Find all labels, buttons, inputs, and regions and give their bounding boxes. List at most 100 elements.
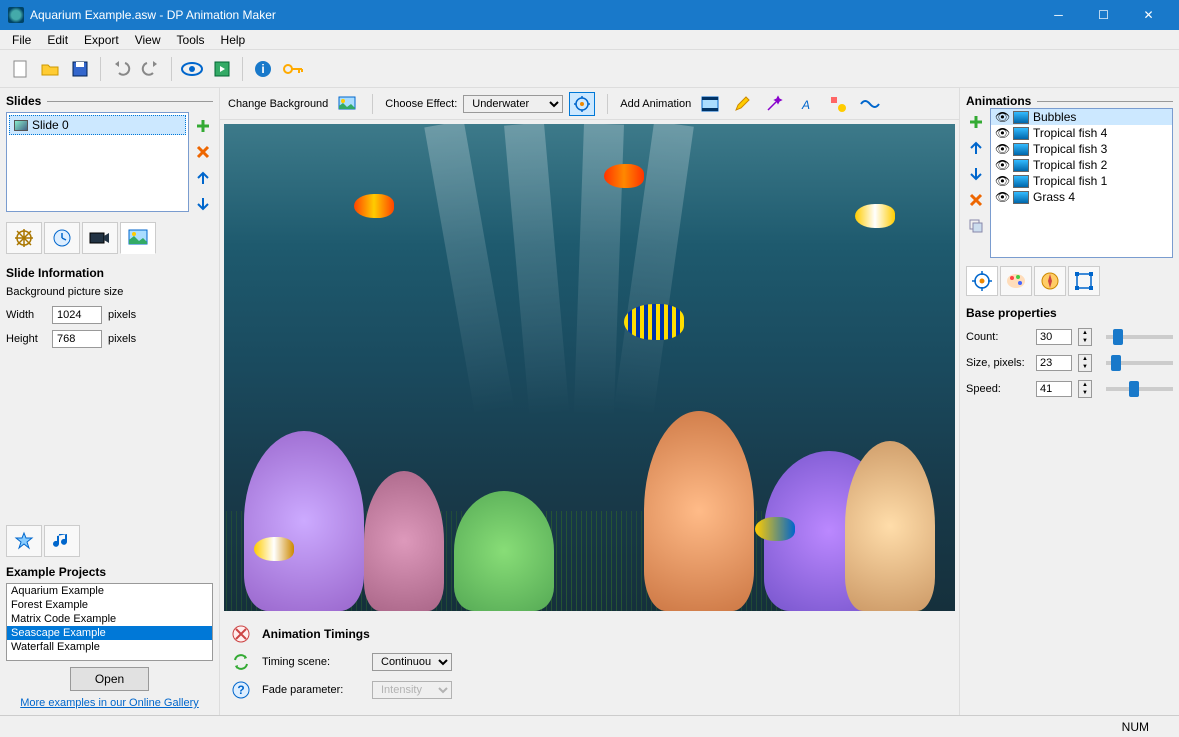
save-button[interactable] xyxy=(66,55,94,83)
timings-panel: Animation Timings Timing scene: Continuo… xyxy=(220,615,959,715)
open-example-button[interactable]: Open xyxy=(70,667,149,691)
duplicate-animation-button[interactable] xyxy=(966,216,986,236)
timing-scene-select[interactable]: Continuous xyxy=(372,653,452,671)
examples-list[interactable]: Aquarium Example Forest Example Matrix C… xyxy=(6,583,213,661)
slides-list[interactable]: Slide 0 xyxy=(6,112,189,212)
move-anim-up-button[interactable] xyxy=(966,138,986,158)
move-slide-up-button[interactable] xyxy=(193,168,213,188)
delete-slide-button[interactable] xyxy=(193,142,213,162)
menu-edit[interactable]: Edit xyxy=(39,31,76,49)
example-item[interactable]: Matrix Code Example xyxy=(7,612,212,626)
slide-item[interactable]: Slide 0 xyxy=(9,115,186,135)
new-button[interactable] xyxy=(6,55,34,83)
count-slider[interactable] xyxy=(1106,335,1173,339)
tab-clock[interactable] xyxy=(44,222,80,254)
example-item[interactable]: Forest Example xyxy=(7,598,212,612)
size-slider[interactable] xyxy=(1106,361,1173,365)
fade-param-select[interactable]: Intensity xyxy=(372,681,452,699)
tab-music[interactable] xyxy=(44,525,80,557)
add-text-button[interactable]: A xyxy=(793,92,819,116)
add-magic-button[interactable] xyxy=(761,92,787,116)
info-button[interactable]: i xyxy=(249,55,277,83)
tab-wheel[interactable] xyxy=(6,222,42,254)
add-animation-label: Add Animation xyxy=(620,98,691,110)
tab-favorites[interactable] xyxy=(6,525,42,557)
move-anim-down-button[interactable] xyxy=(966,164,986,184)
animation-item[interactable]: 👁Tropical fish 4 xyxy=(991,125,1172,141)
window-title: Aquarium Example.asw - DP Animation Make… xyxy=(30,8,1036,22)
speed-spinner[interactable]: ▲▼ xyxy=(1078,380,1092,398)
animation-item[interactable]: 👁 Tropical fish 1 xyxy=(991,173,1172,189)
menu-tools[interactable]: Tools xyxy=(169,31,213,49)
add-brush-button[interactable] xyxy=(729,92,755,116)
minimize-button[interactable]: ─ xyxy=(1036,0,1081,30)
maximize-button[interactable]: ☐ xyxy=(1081,0,1126,30)
delete-animation-button[interactable] xyxy=(966,190,986,210)
visibility-icon[interactable]: 👁 xyxy=(995,110,1009,124)
anim-label: Tropical fish 2 xyxy=(1033,158,1107,172)
timings-icon xyxy=(230,623,252,645)
animation-item[interactable]: 👁Tropical fish 3 xyxy=(991,141,1172,157)
example-item[interactable]: Aquarium Example xyxy=(7,584,212,598)
canvas[interactable] xyxy=(224,124,955,611)
props-title: Base properties xyxy=(966,306,1173,320)
fish-icon xyxy=(624,304,684,340)
change-bg-button[interactable] xyxy=(334,92,360,116)
redo-button[interactable] xyxy=(137,55,165,83)
close-button[interactable]: ✕ xyxy=(1126,0,1171,30)
center-panel: Change Background Choose Effect: Underwa… xyxy=(220,88,959,715)
add-shapes-button[interactable] xyxy=(825,92,851,116)
visibility-icon[interactable]: 👁 xyxy=(995,142,1009,156)
visibility-icon[interactable]: 👁 xyxy=(995,174,1009,188)
bg-size-label: Background picture size xyxy=(6,286,213,298)
add-animation-button[interactable] xyxy=(966,112,986,132)
anim-thumb-icon xyxy=(1013,111,1029,124)
effect-settings-button[interactable] xyxy=(569,92,595,116)
preview-button[interactable] xyxy=(178,55,206,83)
slide-thumb-icon xyxy=(14,120,28,131)
menu-file[interactable]: File xyxy=(4,31,39,49)
svg-text:A: A xyxy=(801,98,810,112)
prop-tab-color[interactable] xyxy=(1000,266,1032,296)
height-input[interactable] xyxy=(52,330,102,348)
visibility-icon[interactable]: 👁 xyxy=(995,158,1009,172)
visibility-icon[interactable]: 👁 xyxy=(995,126,1009,140)
animation-item[interactable]: 👁Grass 4 xyxy=(991,189,1172,205)
animations-title: Animations xyxy=(966,94,1031,108)
export-button[interactable] xyxy=(208,55,236,83)
visibility-icon[interactable]: 👁 xyxy=(995,190,1009,204)
size-input[interactable] xyxy=(1036,355,1072,371)
menu-view[interactable]: View xyxy=(127,31,169,49)
open-button[interactable] xyxy=(36,55,64,83)
choose-effect-label: Choose Effect: xyxy=(385,98,457,110)
example-item[interactable]: Seascape Example xyxy=(7,626,212,640)
prop-tab-bounds[interactable] xyxy=(1068,266,1100,296)
width-input[interactable] xyxy=(52,306,102,324)
prop-tab-base[interactable] xyxy=(966,266,998,296)
svg-text:i: i xyxy=(261,62,264,76)
online-gallery-link[interactable]: More examples in our Online Gallery xyxy=(6,697,213,709)
add-slide-button[interactable] xyxy=(193,116,213,136)
animation-item[interactable]: 👁 Tropical fish 2 xyxy=(991,157,1172,173)
move-slide-down-button[interactable] xyxy=(193,194,213,214)
add-wave-button[interactable] xyxy=(857,92,883,116)
key-button[interactable] xyxy=(279,55,307,83)
animations-list[interactable]: 👁Bubbles 👁Tropical fish 4 👁Tropical fish… xyxy=(990,108,1173,258)
menu-export[interactable]: Export xyxy=(76,31,127,49)
menu-help[interactable]: Help xyxy=(213,31,254,49)
anim-label: Tropical fish 1 xyxy=(1033,174,1107,188)
count-spinner[interactable]: ▲▼ xyxy=(1078,328,1092,346)
speed-slider[interactable] xyxy=(1106,387,1173,391)
count-input[interactable] xyxy=(1036,329,1072,345)
fade-param-label: Fade parameter: xyxy=(262,684,362,696)
size-spinner[interactable]: ▲▼ xyxy=(1078,354,1092,372)
prop-tab-compass[interactable] xyxy=(1034,266,1066,296)
tab-image[interactable] xyxy=(120,222,156,254)
speed-input[interactable] xyxy=(1036,381,1072,397)
example-item[interactable]: Waterfall Example xyxy=(7,640,212,654)
effect-select[interactable]: Underwater xyxy=(463,95,563,113)
undo-button[interactable] xyxy=(107,55,135,83)
animation-item[interactable]: 👁Bubbles xyxy=(991,109,1172,125)
tab-camera[interactable] xyxy=(82,222,118,254)
add-movie-button[interactable] xyxy=(697,92,723,116)
